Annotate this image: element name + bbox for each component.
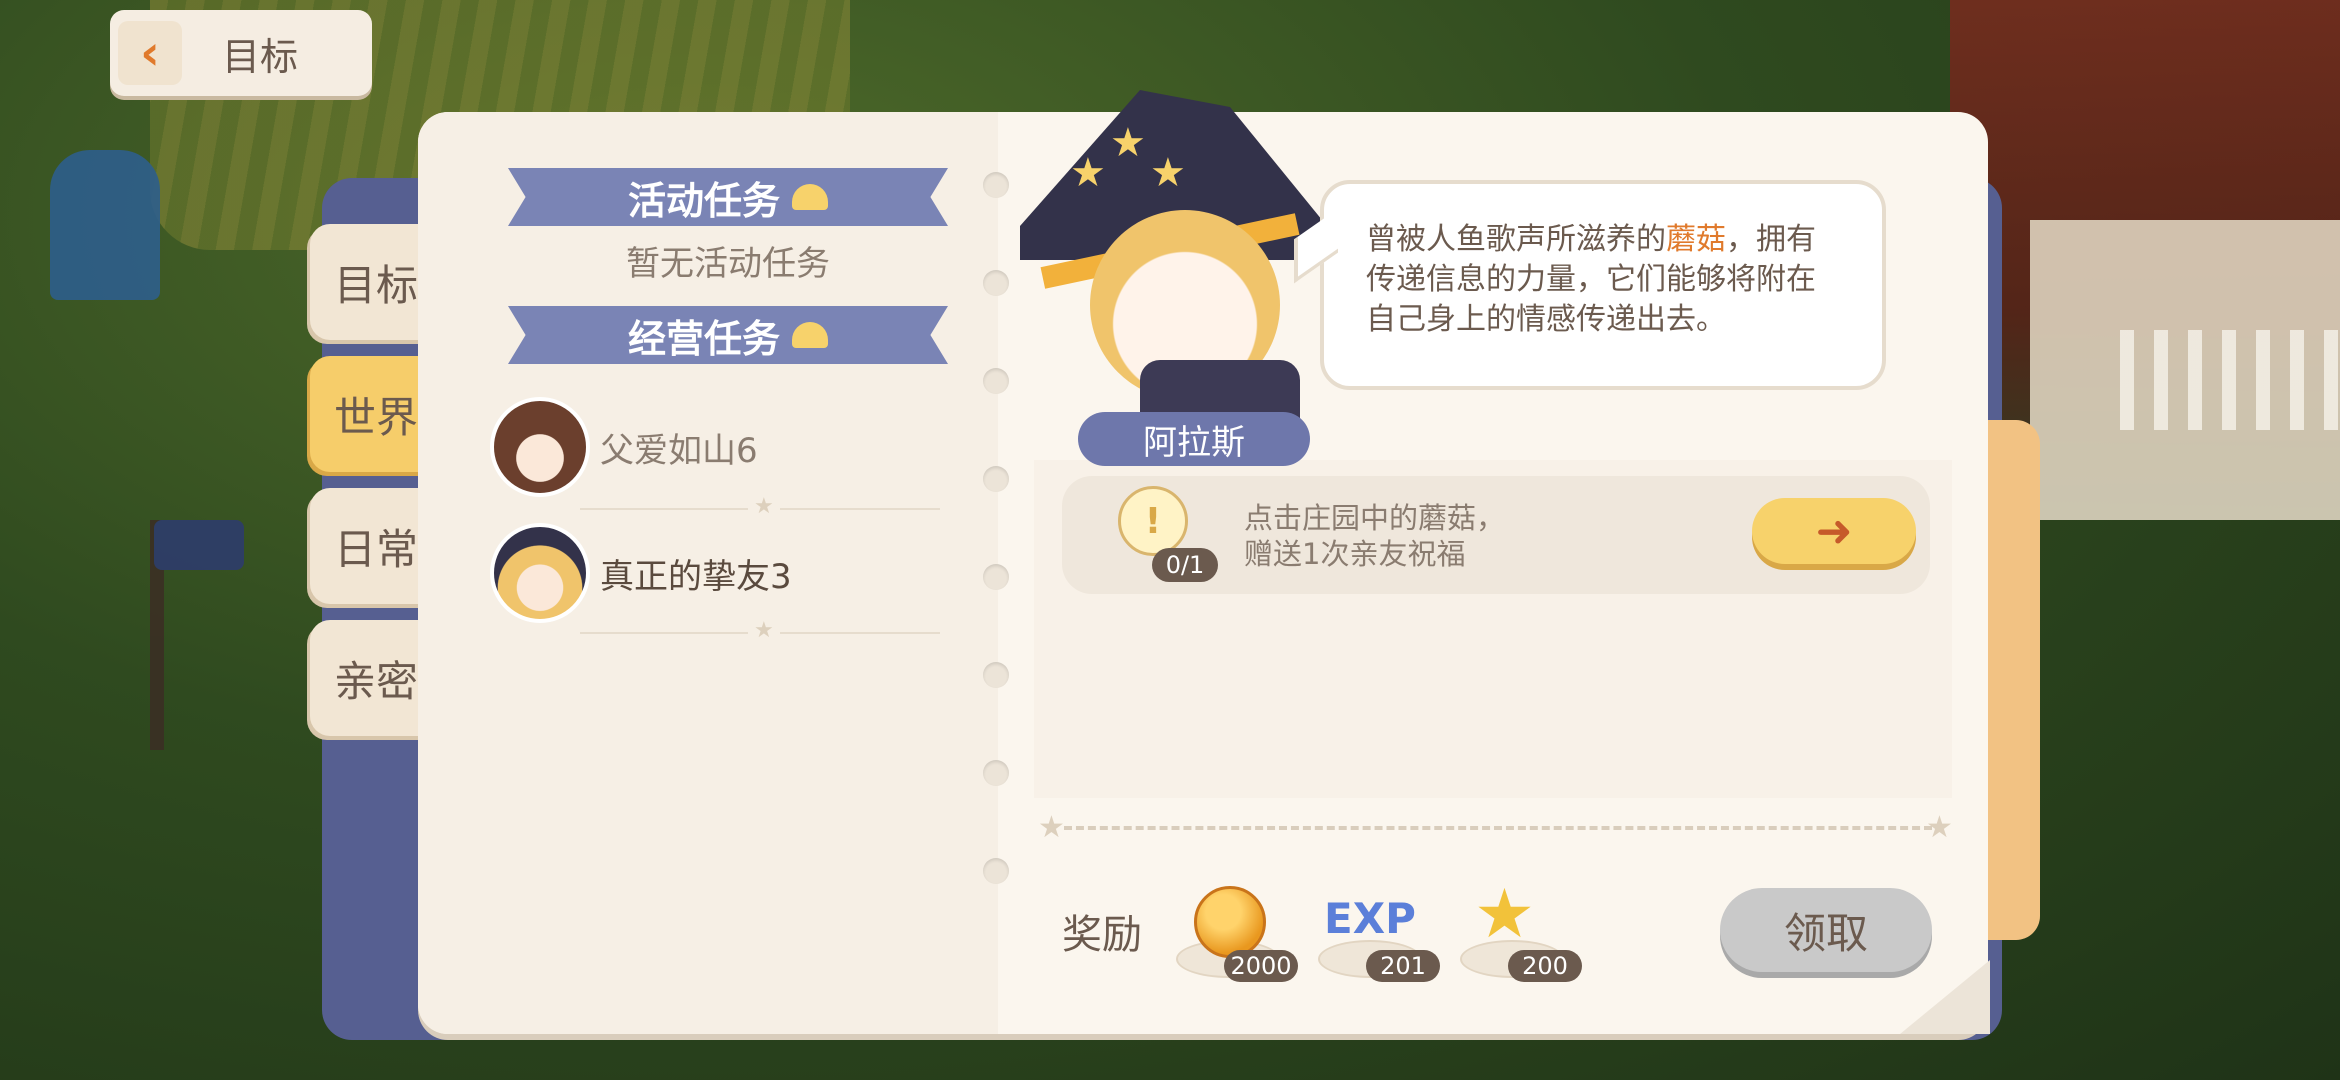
task-item-friend[interactable]: 真正的挚友3 — [490, 523, 935, 623]
tab-goal-label: 目标 — [333, 260, 418, 310]
background-fence — [2120, 330, 2340, 430]
business-tasks-title: 经营任务 — [627, 316, 780, 361]
back-button-label: 目标 — [222, 34, 299, 79]
witch-character-portrait: ★ ★ ★ — [1000, 90, 1340, 420]
task-item-father[interactable]: 父爱如山6 — [490, 397, 935, 497]
dashed-divider — [1064, 826, 1932, 830]
business-tasks-header: 经营任务 — [508, 306, 948, 364]
character-name: 阿拉斯 — [1143, 422, 1245, 463]
star-icon: ★ — [1150, 150, 1186, 196]
tab-world-label: 世界 — [333, 392, 418, 442]
speech-text-start: 曾被人鱼歌声所滋养的 — [1366, 222, 1666, 257]
tab-daily-label: 日常 — [333, 524, 418, 574]
cap-icon — [792, 184, 828, 210]
star-icon: ★ — [1038, 810, 1065, 845]
reward-star: ★ 200 — [1460, 875, 1582, 982]
objective-progress: 0/1 — [1152, 548, 1218, 582]
back-button[interactable]: ‹ 目标 — [110, 10, 372, 96]
task-name: 父爱如山6 — [600, 430, 758, 471]
star-icon: ★ — [1110, 120, 1146, 166]
star-icon: ★ — [1474, 875, 1535, 954]
objective-line-1: 点击庄园中的蘑菇， — [1244, 501, 1506, 535]
claim-button[interactable]: 领取 — [1720, 888, 1932, 972]
speech-highlight: 蘑菇 — [1666, 222, 1726, 257]
activity-tasks-title: 活动任务 — [627, 178, 780, 223]
cap-icon — [792, 322, 828, 348]
activity-empty-text: 暂无活动任务 — [626, 244, 830, 284]
task-divider — [580, 618, 940, 643]
objective-text: 点击庄园中的蘑菇， 赠送1次亲友祝福 — [1244, 500, 1505, 572]
objective-card: ! 0/1 点击庄园中的蘑菇， 赠送1次亲友祝福 ➜ — [1062, 476, 1930, 594]
rewards-label: 奖励 — [1062, 912, 1142, 958]
character-name-plate: 阿拉斯 — [1078, 412, 1310, 466]
character-body — [1140, 360, 1300, 420]
star-icon: ★ — [1070, 150, 1106, 196]
go-button[interactable]: ➜ — [1752, 498, 1916, 564]
background-oven — [50, 150, 160, 300]
back-arrow-icon: ‹ — [118, 21, 182, 85]
reward-exp: EXP 201 — [1318, 880, 1440, 982]
task-divider — [580, 494, 940, 519]
lightbulb-icon: ! — [1118, 486, 1188, 556]
witch-girl-avatar — [490, 523, 590, 623]
star-icon: ★ — [1926, 810, 1953, 845]
brown-hair-boy-avatar — [490, 397, 590, 497]
background-signpost — [150, 520, 254, 750]
activity-tasks-header: 活动任务 — [508, 168, 948, 226]
reward-count: 201 — [1366, 950, 1440, 982]
exp-icon: EXP — [1324, 894, 1416, 943]
task-name: 真正的挚友3 — [600, 556, 792, 597]
arrow-right-icon: ➜ — [1815, 505, 1853, 557]
reward-count: 2000 — [1224, 950, 1298, 982]
objective-line-2: 赠送1次亲友祝福 — [1244, 537, 1466, 571]
tab-intimacy-label: 亲密 — [333, 656, 418, 706]
reward-coin: 2000 — [1176, 880, 1298, 982]
reward-count: 200 — [1508, 950, 1582, 982]
claim-button-label: 领取 — [1783, 908, 1868, 958]
speech-bubble: 曾被人鱼歌声所滋养的蘑菇，拥有传递信息的力量，它们能够将附在自己身上的情感传递出… — [1320, 180, 1886, 390]
coin-icon — [1194, 886, 1266, 958]
